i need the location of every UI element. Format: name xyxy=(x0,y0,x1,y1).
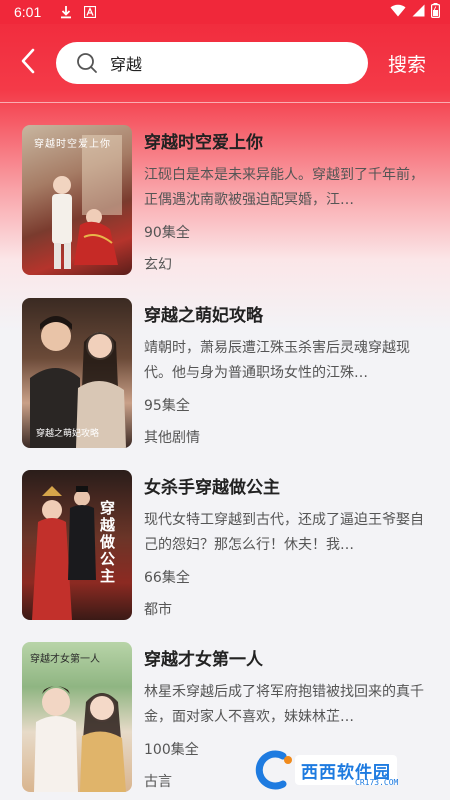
search-button[interactable]: 搜索 xyxy=(388,50,426,77)
font-a-icon xyxy=(83,5,97,19)
result-description: 现代女特工穿越到古代，还成了逼迫王爷娶自己的怨妇？那怎么行！休夫！我… xyxy=(144,512,424,553)
cover-title-text: 穿越时空爱上你 xyxy=(34,139,111,150)
result-genre: 其他剧情 xyxy=(144,430,200,446)
result-description: 江砚白是本是未来异能人。穿越到了千年前，正偶遇沈南歌被强迫配冥婚，江… xyxy=(144,167,424,208)
back-button[interactable] xyxy=(0,24,56,102)
drama-cover-image[interactable]: 穿越之萌妃攻略 xyxy=(22,298,132,448)
result-description: 林星禾穿越后成了将军府抱错被找回来的真千金，面对家人不喜欢，妹妹林芷… xyxy=(144,684,424,725)
watermark-logo-icon xyxy=(255,750,301,790)
drama-cover-image[interactable]: 穿越做公主 xyxy=(22,470,132,620)
result-info: 女杀手穿越做公主 现代女特工穿越到古代，还成了逼迫王爷娶自己的怨妇？那怎么行！休… xyxy=(144,470,432,620)
chevron-left-icon xyxy=(20,48,36,78)
cover-title-text: 穿越做公主 xyxy=(100,499,116,585)
download-icon xyxy=(59,5,73,19)
cover-title-text: 穿越才女第一人 xyxy=(30,654,100,665)
search-box[interactable] xyxy=(56,42,368,84)
drama-cover-image[interactable]: 穿越才女第一人 xyxy=(22,642,132,792)
drama-cover-image[interactable]: 穿越时空爱上你 xyxy=(22,125,132,275)
result-info: 穿越时空爱上你 江砚白是本是未来异能人。穿越到了千年前，正偶遇沈南歌被强迫配冥婚… xyxy=(144,125,432,275)
wifi-icon xyxy=(390,4,406,21)
result-description: 靖朝时，萧易辰遭江殊玉杀害后灵魂穿越现代。他与身为普通职场女性的江殊… xyxy=(144,340,410,381)
search-input[interactable] xyxy=(110,53,330,73)
result-title[interactable]: 穿越时空爱上你 xyxy=(144,128,432,153)
result-item[interactable]: 穿越做公主 女杀手穿越做公主 现代女特工穿越到古代，还成了逼迫王爷娶自己的怨妇？… xyxy=(22,470,432,620)
result-title[interactable]: 穿越之萌妃攻略 xyxy=(144,301,432,326)
site-watermark: 西西软件园 CR173.COM xyxy=(255,748,433,792)
result-genre: 玄幻 xyxy=(144,257,172,273)
result-item[interactable]: 穿越时空爱上你 穿越时空爱上你 江砚白是本是未来异能人。穿越到了千年前，正偶遇沈… xyxy=(22,125,432,275)
result-item[interactable]: 穿越之萌妃攻略 穿越之萌妃攻略 靖朝时，萧易辰遭江殊玉杀害后灵魂穿越现代。他与身… xyxy=(22,298,432,448)
signal-icon xyxy=(412,4,425,21)
header-divider xyxy=(0,102,450,103)
result-title[interactable]: 女杀手穿越做公主 xyxy=(144,473,432,498)
status-time: 6:01 xyxy=(14,4,42,20)
status-bar: 6:01 xyxy=(0,0,450,24)
search-icon xyxy=(76,52,98,74)
cover-title-text: 穿越之萌妃攻略 xyxy=(36,429,100,439)
result-genre: 都市 xyxy=(144,602,172,618)
battery-icon xyxy=(431,2,441,22)
watermark-url: CR173.COM xyxy=(355,778,399,787)
result-title[interactable]: 穿越才女第一人 xyxy=(144,645,432,670)
result-info: 穿越之萌妃攻略 靖朝时，萧易辰遭江殊玉杀害后灵魂穿越现代。他与身为普通职场女性的… xyxy=(144,298,432,448)
search-header: 搜索 xyxy=(0,24,450,102)
result-episode-count: 90集全 xyxy=(144,225,190,241)
result-episode-count: 95集全 xyxy=(144,398,190,414)
result-episode-count: 66集全 xyxy=(144,570,190,586)
